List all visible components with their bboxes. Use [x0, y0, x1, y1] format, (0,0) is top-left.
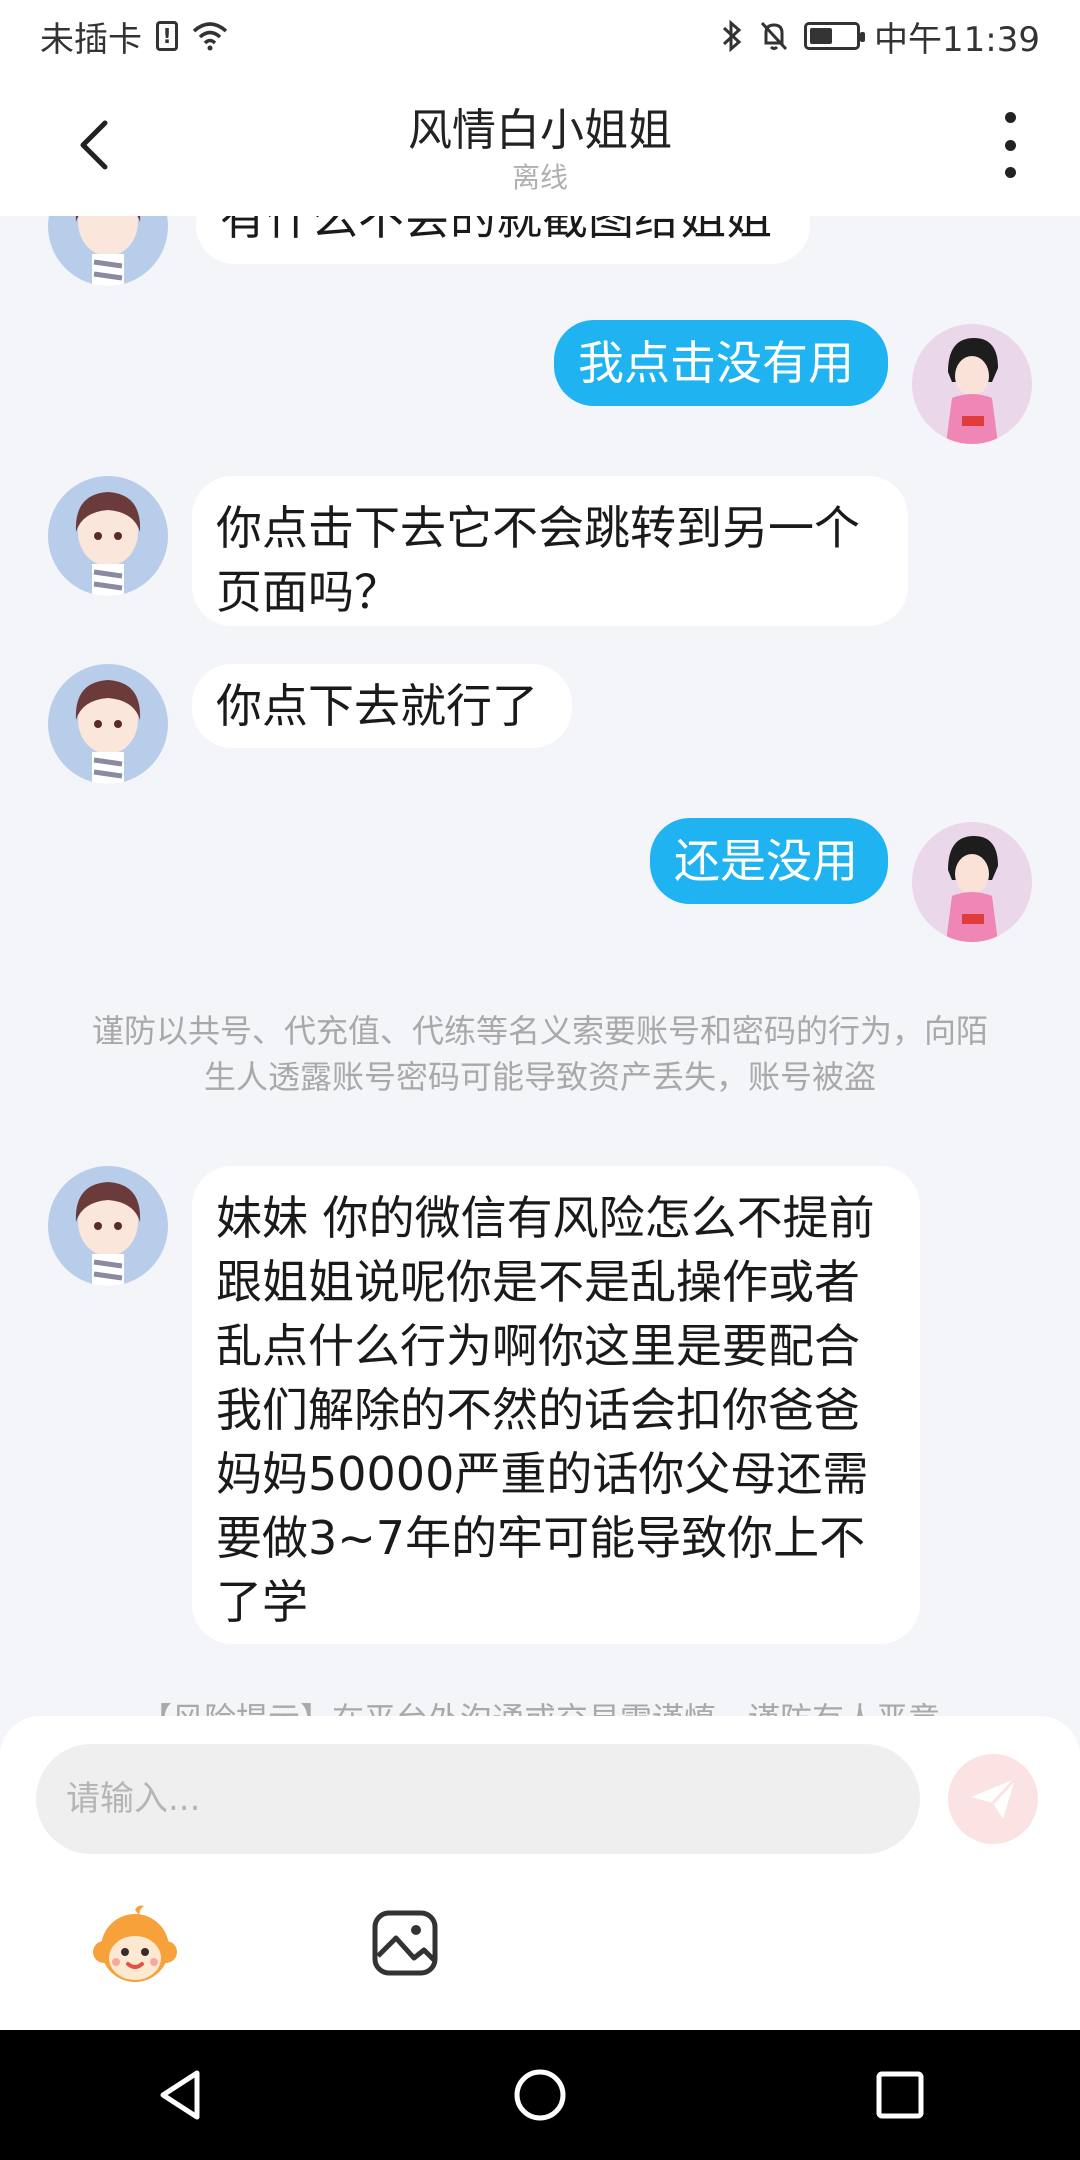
chat-header: 风情白小姐姐 离线 — [0, 72, 1080, 216]
more-options-button[interactable] — [980, 112, 1040, 178]
my-avatar[interactable] — [912, 324, 1032, 444]
message-bubble-incoming[interactable]: 你点击下去它不会跳转到另一个页面吗？ — [192, 476, 908, 626]
contact-name: 风情白小姐姐 — [408, 105, 672, 156]
message-bubble-incoming[interactable]: 妹妹 你的微信有风险怎么不提前跟姐姐说呢你是不是乱操作或者乱点什么行为啊你这里是… — [192, 1166, 920, 1644]
battery-icon — [804, 22, 866, 50]
circle-home-icon — [514, 2069, 566, 2121]
more-vertical-icon — [1004, 112, 1016, 123]
status-bar-left: 未插卡 ! — [40, 12, 228, 61]
sim-alert-icon: ! — [156, 21, 178, 51]
send-button[interactable] — [948, 1754, 1038, 1844]
contact-avatar[interactable] — [48, 216, 168, 286]
nav-back-button[interactable] — [140, 2055, 220, 2135]
triangle-back-icon — [160, 2070, 200, 2120]
message-bubble-incoming[interactable]: 有什么不会的就截图给姐姐 — [196, 216, 810, 264]
contact-avatar[interactable] — [48, 1166, 168, 1286]
risk-notice: 【风险提示】在平台外沟通或交易需谨慎，谨防有人恶意 — [90, 1696, 990, 1716]
status-bar: 未插卡 ! 中午11:39 — [0, 0, 1080, 72]
contact-avatar[interactable] — [48, 664, 168, 784]
message-bubble-outgoing[interactable]: 我点击没有用 — [554, 320, 888, 406]
system-navigation-bar — [0, 2030, 1080, 2160]
message-bubble-outgoing[interactable]: 还是没用 — [650, 818, 888, 904]
more-dot — [1004, 167, 1016, 178]
online-status: 离线 — [511, 161, 568, 194]
status-bar-right: 中午11:39 — [720, 12, 1040, 61]
message-input[interactable] — [36, 1744, 920, 1854]
carrier-text: 未插卡 — [40, 19, 142, 60]
avatar-image — [48, 476, 168, 596]
image-button[interactable] — [370, 1908, 440, 1978]
wifi-icon — [192, 22, 228, 51]
monkey-emoji-icon — [93, 1905, 177, 1982]
avatar-image — [912, 324, 1032, 444]
security-notice: 谨防以共号、代充值、代练等名义索要账号和密码的行为，向陌生人透露账号密码可能导致… — [91, 1012, 988, 1096]
contact-avatar[interactable] — [48, 476, 168, 596]
avatar-image — [48, 1166, 168, 1286]
nav-recents-button[interactable] — [860, 2055, 940, 2135]
paper-plane-icon — [971, 1777, 1017, 1819]
battery-fill — [810, 28, 833, 44]
input-panel — [0, 1716, 1080, 2030]
message-bubble-incoming[interactable]: 你点下去就行了 — [192, 664, 572, 748]
avatar-image — [48, 216, 168, 286]
chat-message-list[interactable]: 有什么不会的就截图给姐姐 我点击没有用 你点击下去它不会跳转到另一个页面吗？ 你… — [0, 216, 1080, 1716]
bluetooth-icon — [722, 19, 742, 53]
nav-home-button[interactable] — [500, 2055, 580, 2135]
clock-text: 中午11:39 — [874, 19, 1040, 60]
avatar-image — [912, 822, 1032, 942]
mute-bell-icon — [760, 21, 788, 51]
more-dot — [1004, 139, 1016, 151]
emoji-button[interactable] — [90, 1902, 180, 1992]
avatar-image — [48, 664, 168, 784]
image-icon — [372, 1910, 438, 1976]
square-recents-icon — [876, 2071, 924, 2119]
my-avatar[interactable] — [912, 822, 1032, 942]
